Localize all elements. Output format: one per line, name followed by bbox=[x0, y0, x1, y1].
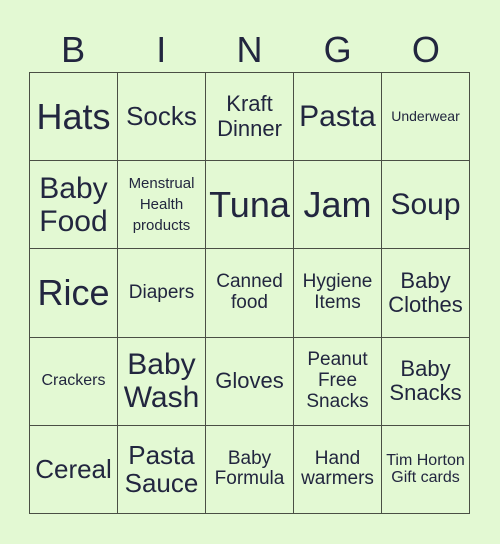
bingo-cell[interactable]: Socks bbox=[118, 73, 206, 162]
bingo-cell[interactable]: Baby Wash bbox=[118, 337, 206, 426]
bingo-cell[interactable]: Baby Formula bbox=[206, 425, 294, 514]
header-letter-n: N bbox=[236, 29, 263, 70]
bingo-cell[interactable]: Baby Snacks bbox=[382, 337, 470, 426]
header-letter-g: G bbox=[323, 29, 352, 70]
bingo-header: B I N G O bbox=[29, 28, 470, 72]
bingo-cell[interactable]: Gloves bbox=[206, 337, 294, 426]
header-letter-i: I bbox=[156, 29, 167, 70]
bingo-cell[interactable]: Peanut Free Snacks bbox=[294, 337, 382, 426]
bingo-cell[interactable]: Baby Food bbox=[30, 161, 118, 250]
bingo-cell[interactable]: Jam bbox=[294, 161, 382, 250]
bingo-cell[interactable]: Diapers bbox=[118, 249, 206, 338]
bingo-cell[interactable]: Cereal bbox=[30, 425, 118, 514]
bingo-cell[interactable]: Hats bbox=[30, 73, 118, 162]
bingo-cell[interactable]: Baby Clothes bbox=[382, 249, 470, 338]
bingo-cell[interactable]: Underwear bbox=[382, 73, 470, 162]
header-letter-o: O bbox=[411, 29, 440, 70]
bingo-board: Hats Socks Kraft Dinner Pasta Underwear … bbox=[29, 72, 470, 514]
bingo-cell[interactable]: Tim Horton Gift cards bbox=[382, 425, 470, 514]
bingo-cell[interactable]: Canned food bbox=[206, 249, 294, 338]
bingo-cell[interactable]: Hand warmers bbox=[294, 425, 382, 514]
header-letter-b: B bbox=[61, 29, 86, 70]
bingo-cell[interactable]: Rice bbox=[30, 249, 118, 338]
bingo-cell[interactable]: Pasta Sauce bbox=[118, 425, 206, 514]
bingo-cell[interactable]: Tuna bbox=[206, 161, 294, 250]
bingo-cell[interactable]: Hygiene Items bbox=[294, 249, 382, 338]
bingo-cell[interactable]: Pasta bbox=[294, 73, 382, 162]
bingo-cell[interactable]: Menstrual Health products bbox=[118, 161, 206, 250]
bingo-cell[interactable]: Soup bbox=[382, 161, 470, 250]
bingo-cell[interactable]: Crackers bbox=[30, 337, 118, 426]
bingo-cell[interactable]: Kraft Dinner bbox=[206, 73, 294, 162]
